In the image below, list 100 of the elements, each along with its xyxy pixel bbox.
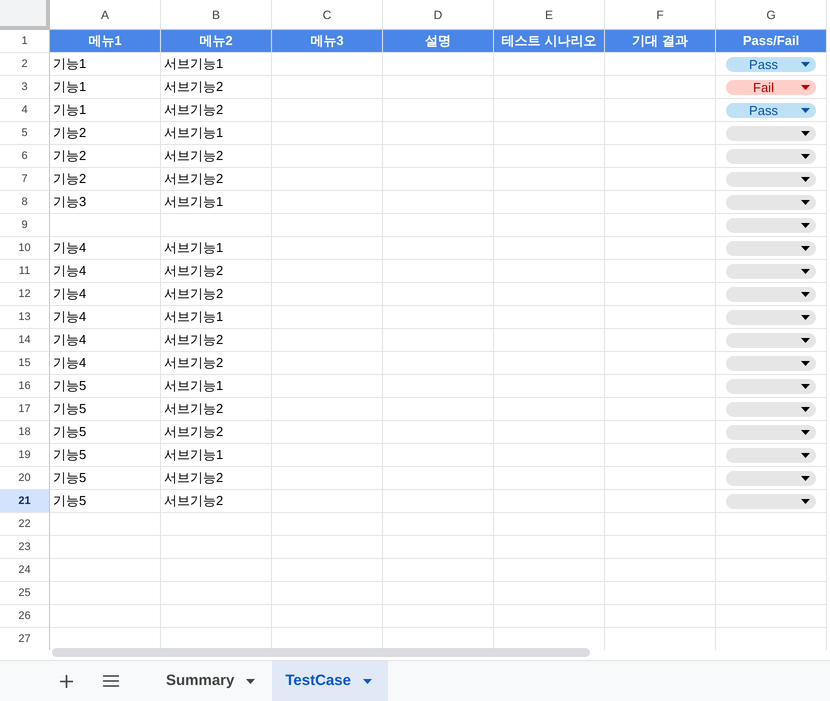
table-cell: 서브기능1 bbox=[161, 237, 272, 260]
plus-icon bbox=[60, 674, 73, 688]
header-cell: Pass/Fail bbox=[716, 30, 827, 53]
table-cell: 기능3 bbox=[50, 191, 161, 214]
row-header[interactable]: 25 bbox=[0, 582, 50, 605]
header-cell: 메뉴2 bbox=[161, 30, 272, 53]
sheet-tab[interactable]: TestCase bbox=[272, 661, 388, 701]
status-dropdown[interactable] bbox=[726, 470, 816, 486]
row-header[interactable]: 22 bbox=[0, 513, 50, 536]
status-dropdown[interactable] bbox=[726, 332, 816, 348]
row-header[interactable]: 9 bbox=[0, 214, 50, 237]
table-cell: 서브기능2 bbox=[161, 352, 272, 375]
row-header[interactable]: 19 bbox=[0, 444, 50, 467]
status-dropdown[interactable] bbox=[726, 286, 816, 302]
row-header[interactable]: 14 bbox=[0, 329, 50, 352]
row-header[interactable]: 5 bbox=[0, 122, 50, 145]
caret-icon bbox=[801, 84, 810, 90]
header-cell: 기대 결과 bbox=[605, 30, 716, 53]
row-header[interactable]: 24 bbox=[0, 559, 50, 582]
row-header[interactable]: 2 bbox=[0, 53, 50, 76]
table-cell: 서브기능2 bbox=[161, 490, 272, 513]
menu-icon bbox=[103, 675, 119, 687]
caret-icon bbox=[801, 268, 810, 274]
table-cell: 기능4 bbox=[50, 306, 161, 329]
table-cell: 서브기능1 bbox=[161, 444, 272, 467]
table-cell: 기능1 bbox=[50, 99, 161, 122]
corner-cell[interactable] bbox=[0, 0, 50, 30]
caret-icon bbox=[801, 292, 810, 296]
caret-icon bbox=[801, 108, 810, 112]
table-cell: 서브기능2 bbox=[161, 467, 272, 490]
row-header[interactable]: 23 bbox=[0, 536, 50, 559]
status-dropdown[interactable]: Fail bbox=[726, 80, 816, 94]
status-dropdown[interactable] bbox=[726, 126, 816, 140]
table-cell: 기능4 bbox=[50, 329, 161, 352]
caret-icon bbox=[801, 498, 810, 504]
row-header[interactable]: 7 bbox=[0, 168, 50, 191]
header-cell: 테스트 시나리오 bbox=[494, 30, 605, 53]
table-cell: 서브기능1 bbox=[161, 306, 272, 329]
status-dropdown[interactable] bbox=[726, 240, 816, 256]
status-dropdown[interactable] bbox=[726, 172, 816, 186]
table-cell: 기능4 bbox=[50, 237, 161, 260]
table-cell: 서브기능1 bbox=[161, 53, 272, 76]
status-dropdown[interactable] bbox=[726, 148, 816, 164]
row-header[interactable]: 18 bbox=[0, 421, 50, 444]
row-header[interactable]: 4 bbox=[0, 99, 50, 122]
status-dropdown[interactable] bbox=[726, 218, 816, 232]
row-header[interactable]: 27 bbox=[0, 628, 50, 650]
table-cell: 기능2 bbox=[50, 168, 161, 191]
table-cell: 서브기능2 bbox=[161, 145, 272, 168]
table-cell: 서브기능2 bbox=[161, 421, 272, 444]
caret-icon bbox=[801, 200, 810, 204]
status-dropdown[interactable] bbox=[726, 264, 816, 278]
caret-icon bbox=[801, 406, 810, 412]
table-cell: 서브기능2 bbox=[161, 283, 272, 306]
row-header[interactable]: 6 bbox=[0, 145, 50, 168]
row-header[interactable]: 12 bbox=[0, 283, 50, 306]
caret-icon bbox=[801, 430, 810, 434]
table-cell: 서브기능2 bbox=[161, 99, 272, 122]
status-dropdown[interactable] bbox=[726, 194, 816, 210]
caret-icon bbox=[801, 222, 810, 228]
caret-icon bbox=[801, 360, 810, 366]
status-dropdown[interactable]: Pass bbox=[726, 56, 816, 72]
status-dropdown[interactable] bbox=[726, 402, 816, 416]
caret-icon bbox=[801, 130, 810, 136]
header-cell: 메뉴3 bbox=[272, 30, 383, 53]
status-dropdown[interactable] bbox=[726, 494, 816, 508]
table-cell: 기능4 bbox=[50, 283, 161, 306]
table-cell: 서브기능1 bbox=[161, 122, 272, 145]
status-dropdown[interactable]: Pass bbox=[726, 102, 816, 118]
row-header[interactable]: 3 bbox=[0, 76, 50, 99]
row-header[interactable]: 10 bbox=[0, 237, 50, 260]
row-header[interactable]: 11 bbox=[0, 260, 50, 283]
status-dropdown[interactable] bbox=[726, 448, 816, 462]
table-cell: 기능2 bbox=[50, 122, 161, 145]
row-header[interactable]: 17 bbox=[0, 398, 50, 421]
table-cell: 기능1 bbox=[50, 53, 161, 76]
table-cell: 서브기능1 bbox=[161, 191, 272, 214]
row-header[interactable]: 16 bbox=[0, 375, 50, 398]
row-header[interactable]: 21 bbox=[0, 490, 50, 513]
table-cell: 기능4 bbox=[50, 352, 161, 375]
caret-icon bbox=[801, 452, 810, 458]
status-dropdown[interactable] bbox=[726, 424, 816, 440]
header-cell: 메뉴1 bbox=[50, 30, 161, 53]
row-header[interactable]: 13 bbox=[0, 306, 50, 329]
row-header[interactable]: 15 bbox=[0, 352, 50, 375]
status-dropdown[interactable] bbox=[726, 378, 816, 394]
status-dropdown[interactable] bbox=[726, 310, 816, 324]
caret-icon bbox=[801, 338, 810, 342]
table-cell: 기능5 bbox=[50, 467, 161, 490]
table-cell: 서브기능2 bbox=[161, 168, 272, 191]
sheet-tab[interactable]: Summary bbox=[153, 661, 268, 701]
scrollbar-thumb[interactable] bbox=[52, 648, 590, 657]
table-cell: 기능2 bbox=[50, 145, 161, 168]
row-header[interactable]: 26 bbox=[0, 605, 50, 628]
table-cell: 서브기능1 bbox=[161, 375, 272, 398]
row-header[interactable]: 8 bbox=[0, 191, 50, 214]
caret-icon bbox=[801, 246, 810, 250]
table-cell: 기능5 bbox=[50, 421, 161, 444]
caret-icon bbox=[801, 62, 810, 66]
status-dropdown[interactable] bbox=[726, 356, 816, 370]
